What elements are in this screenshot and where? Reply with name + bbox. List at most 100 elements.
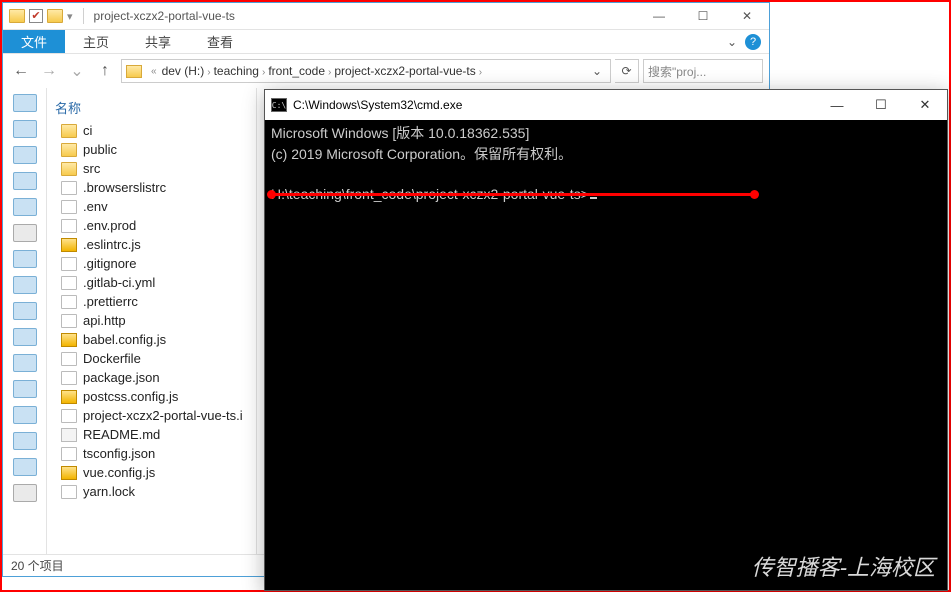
breadcrumb-segment[interactable]: front_code bbox=[268, 64, 325, 78]
column-header-name[interactable]: 名称 bbox=[55, 94, 248, 121]
file-name: yarn.lock bbox=[83, 484, 135, 499]
file-name: .gitlab-ci.yml bbox=[83, 275, 155, 290]
item-count: 20 个项目 bbox=[11, 557, 64, 574]
list-item[interactable]: babel.config.js bbox=[55, 330, 248, 349]
maximize-button[interactable]: ☐ bbox=[681, 3, 725, 30]
list-item[interactable]: ci bbox=[55, 121, 248, 140]
file-name: .browserslistrc bbox=[83, 180, 166, 195]
folder-icon bbox=[61, 124, 77, 138]
refresh-button[interactable]: ⟳ bbox=[615, 59, 639, 83]
pictures-icon[interactable] bbox=[13, 198, 37, 216]
file-icon bbox=[61, 447, 77, 461]
file-name: api.http bbox=[83, 313, 126, 328]
tab-home[interactable]: 主页 bbox=[65, 30, 127, 53]
list-item[interactable]: postcss.config.js bbox=[55, 387, 248, 406]
minimize-button[interactable]: — bbox=[637, 3, 681, 30]
close-button[interactable]: ✕ bbox=[903, 90, 947, 120]
help-icon[interactable]: ? bbox=[745, 34, 761, 50]
search-input[interactable]: 搜索"proj... bbox=[643, 59, 763, 83]
breadcrumb-segment[interactable]: teaching bbox=[214, 64, 259, 78]
breadcrumb-segment[interactable]: project-xczx2-portal-vue-ts bbox=[334, 64, 475, 78]
drive-icon[interactable] bbox=[13, 380, 37, 398]
address-dropdown-icon[interactable]: ⌄ bbox=[588, 64, 606, 78]
address-bar[interactable]: « dev (H:)›teaching›front_code›project-x… bbox=[121, 59, 611, 83]
list-item[interactable]: .browserslistrc bbox=[55, 178, 248, 197]
list-item[interactable]: project-xczx2-portal-vue-ts.i bbox=[55, 406, 248, 425]
qat-properties-icon[interactable]: ✔ bbox=[29, 9, 43, 23]
drive-icon[interactable] bbox=[13, 406, 37, 424]
list-item[interactable]: .prettierrc bbox=[55, 292, 248, 311]
list-item[interactable]: .env bbox=[55, 197, 248, 216]
chevron-right-icon[interactable]: › bbox=[262, 67, 265, 78]
terminal-output[interactable]: Microsoft Windows [版本 10.0.18362.535] (c… bbox=[265, 120, 947, 210]
drive-icon[interactable] bbox=[13, 432, 37, 450]
list-item[interactable]: tsconfig.json bbox=[55, 444, 248, 463]
list-item[interactable]: .gitlab-ci.yml bbox=[55, 273, 248, 292]
qat-dropdown-icon[interactable]: ▾ bbox=[67, 10, 73, 23]
file-name: .eslintrc.js bbox=[83, 237, 141, 252]
annotation-underline bbox=[271, 193, 755, 196]
drive-icon[interactable] bbox=[13, 458, 37, 476]
downloads-icon[interactable] bbox=[13, 146, 37, 164]
chevron-right-icon[interactable]: › bbox=[328, 67, 331, 78]
tab-file[interactable]: 文件 bbox=[3, 30, 65, 53]
file-icon bbox=[61, 295, 77, 309]
back-button[interactable]: ← bbox=[9, 59, 33, 83]
file-name: .prettierrc bbox=[83, 294, 138, 309]
list-item[interactable]: package.json bbox=[55, 368, 248, 387]
list-item[interactable]: api.http bbox=[55, 311, 248, 330]
tab-share[interactable]: 共享 bbox=[127, 30, 189, 53]
drive-icon[interactable] bbox=[13, 354, 37, 372]
watermark-text: 传智播客-上海校区 bbox=[752, 550, 935, 582]
forward-button[interactable]: → bbox=[37, 59, 61, 83]
qat-newfolder-icon[interactable] bbox=[47, 9, 63, 23]
file-name: tsconfig.json bbox=[83, 446, 155, 461]
list-item[interactable]: .eslintrc.js bbox=[55, 235, 248, 254]
file-icon bbox=[61, 409, 77, 423]
minimize-button[interactable]: — bbox=[815, 90, 859, 120]
file-icon bbox=[61, 485, 77, 499]
file-icon bbox=[61, 276, 77, 290]
cmd-titlebar[interactable]: C:\ C:\Windows\System32\cmd.exe — ☐ ✕ bbox=[265, 90, 947, 120]
window-title: project-xczx2-portal-vue-ts bbox=[94, 9, 235, 23]
list-item[interactable]: Dockerfile bbox=[55, 349, 248, 368]
recent-dropdown-icon[interactable]: ⌄ bbox=[65, 59, 89, 83]
file-name: .env bbox=[83, 199, 108, 214]
documents-icon[interactable] bbox=[13, 172, 37, 190]
chevron-right-icon[interactable]: › bbox=[479, 67, 482, 78]
cmd-title-text: C:\Windows\System32\cmd.exe bbox=[293, 98, 462, 112]
breadcrumb-prefix-icon[interactable]: « bbox=[151, 66, 157, 77]
thispc-icon[interactable] bbox=[13, 224, 37, 242]
maximize-button[interactable]: ☐ bbox=[859, 90, 903, 120]
list-item[interactable]: yarn.lock bbox=[55, 482, 248, 501]
tab-view[interactable]: 查看 bbox=[189, 30, 251, 53]
nav-pane[interactable] bbox=[3, 88, 47, 554]
file-icon bbox=[61, 314, 77, 328]
ribbon-expand-icon[interactable]: ⌄ bbox=[727, 35, 737, 49]
list-item[interactable]: vue.config.js bbox=[55, 463, 248, 482]
explorer-titlebar[interactable]: ✔ ▾ project-xczx2-portal-vue-ts — ☐ ✕ bbox=[3, 3, 769, 30]
drive-icon[interactable] bbox=[13, 328, 37, 346]
list-item[interactable]: public bbox=[55, 140, 248, 159]
chevron-right-icon[interactable]: › bbox=[207, 67, 210, 78]
list-item[interactable]: .env.prod bbox=[55, 216, 248, 235]
file-icon bbox=[61, 200, 77, 214]
quickaccess-icon[interactable] bbox=[13, 94, 37, 112]
drive-icon[interactable] bbox=[13, 276, 37, 294]
close-button[interactable]: ✕ bbox=[725, 3, 769, 30]
up-button[interactable]: ↑ bbox=[93, 59, 117, 83]
list-item[interactable]: README.md bbox=[55, 425, 248, 444]
file-icon bbox=[61, 181, 77, 195]
file-name: public bbox=[83, 142, 117, 157]
file-name: .gitignore bbox=[83, 256, 136, 271]
desktop-icon[interactable] bbox=[13, 120, 37, 138]
network-icon[interactable] bbox=[13, 484, 37, 502]
js-icon bbox=[61, 238, 77, 252]
list-item[interactable]: src bbox=[55, 159, 248, 178]
drive-icon[interactable] bbox=[13, 250, 37, 268]
file-name: vue.config.js bbox=[83, 465, 155, 480]
drive-icon[interactable] bbox=[13, 302, 37, 320]
list-item[interactable]: .gitignore bbox=[55, 254, 248, 273]
breadcrumb-segment[interactable]: dev (H:) bbox=[162, 64, 205, 78]
cmd-icon: C:\ bbox=[271, 98, 287, 112]
